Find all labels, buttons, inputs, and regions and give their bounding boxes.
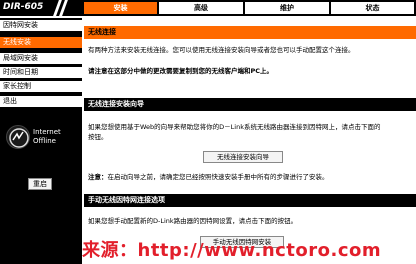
section1-description: 有两种方法来安装无线连接。您可以使用无线连接安装向导或者您也可以手动配置这个连接… [88,46,355,54]
section-title-wizard: 无线连接安装向导 [84,98,416,111]
note-label: 注意： [88,173,108,181]
section1-note: 请注意在这部分中做的更改需要复制到您的无线客户端和PC上。 [88,67,274,75]
reboot-button[interactable]: 重启 [28,178,52,190]
top-nav-bar: DIR-605 安装 高级 维护 状态 [0,0,416,16]
sidebar-item-logout[interactable]: 退出 [0,96,82,107]
main-content: 无线连接 有两种方法来安装无线连接。您可以使用无线连接安装向导或者您也可以手动配… [84,18,416,264]
wireless-wizard-button[interactable]: 无线连接安装向导 [203,151,283,163]
section2-description-line1: 如果您想使用基于Web的向导来帮助您将你的D－Link系统无线路由器连接到因特网… [88,123,381,131]
section-title-manual: 手动无线因特网连接选项 [84,194,416,207]
source-watermark: 来源：http://www.nctoro.com [82,240,382,261]
section2-description-line2: 按钮。 [88,133,108,141]
tab-maintenance[interactable]: 维护 [245,2,329,14]
section2-note: 注意：在启动向导之前，请确定您已经按照快速安装手册中所有的步骤进行了安装。 [88,172,412,182]
sidebar-item-lan-setup[interactable]: 局域网安装 [0,53,82,64]
internet-status-line2: Offline [33,137,56,145]
globe-icon [9,128,29,148]
model-name: DIR-605 [3,2,44,12]
tab-advanced[interactable]: 高级 [159,2,243,14]
sidebar-item-internet-setup[interactable]: 因特网安装 [0,20,82,31]
sidebar-item-parental-control[interactable]: 家长控制 [0,81,82,92]
sidebar-item-time-date[interactable]: 时间和日期 [0,67,82,78]
note-text: 在启动向导之前，请确定您已经按照快速安装手册中所有的步骤进行了安装。 [107,173,329,181]
tab-setup[interactable]: 安装 [84,2,157,14]
sidebar: 因特网安装 无线安装 局域网安装 时间和日期 家长控制 退出 Internet … [0,18,82,264]
sidebar-item-wireless-setup[interactable]: 无线安装 [0,37,82,48]
tab-status[interactable]: 状态 [331,2,414,14]
internet-status: Internet Offline [33,128,61,146]
internet-status-icon [6,125,30,149]
internet-status-line1: Internet [33,128,61,136]
section3-description: 如果您想手动配置新的D-Link路由器的因特网设置，请点击下面的按钮。 [88,217,298,225]
section-title-wireless-connection: 无线连接 [84,26,416,39]
